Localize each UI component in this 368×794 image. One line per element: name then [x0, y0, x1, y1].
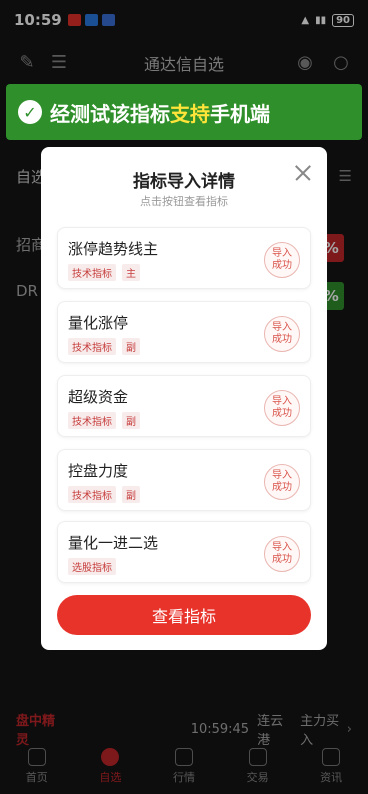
- check-icon: ✓: [18, 100, 42, 124]
- dialog-title: 指标导入详情: [133, 172, 235, 192]
- import-success-stamp: 导入 成功: [264, 536, 300, 572]
- indicator-type-tag: 技术指标: [68, 338, 116, 355]
- indicator-card[interactable]: 涨停趋势线主 技术指标 主 导入 成功: [57, 227, 311, 289]
- close-icon[interactable]: [293, 163, 313, 183]
- indicator-card[interactable]: 量化一进二选 选股指标 导入 成功: [57, 521, 311, 583]
- import-success-stamp: 导入 成功: [264, 464, 300, 500]
- success-toast: ✓ 经测试该指标支持手机端: [6, 84, 362, 140]
- indicator-card[interactable]: 控盘力度 技术指标 副 导入 成功: [57, 449, 311, 511]
- indicator-name: 涨停趋势线主: [68, 240, 159, 258]
- indicator-chart-tag: 副: [122, 412, 140, 429]
- indicator-name: 量化一进二选: [68, 534, 159, 552]
- indicator-card[interactable]: 超级资金 技术指标 副 导入 成功: [57, 375, 311, 437]
- toast-message: 经测试该指标支持手机端: [50, 101, 270, 126]
- indicator-chart-tag: 主: [122, 264, 140, 281]
- import-success-stamp: 导入 成功: [264, 242, 300, 278]
- dialog-subtitle: 点击按钮查看指标: [140, 195, 228, 208]
- indicator-card[interactable]: 量化涨停 技术指标 副 导入 成功: [57, 301, 311, 363]
- indicator-type-tag: 技术指标: [68, 264, 116, 281]
- indicator-chart-tag: 副: [122, 338, 140, 355]
- view-indicators-button[interactable]: 查看指标: [57, 595, 311, 635]
- indicator-type-tag: 选股指标: [68, 558, 116, 575]
- import-success-stamp: 导入 成功: [264, 390, 300, 426]
- indicator-type-tag: 技术指标: [68, 412, 116, 429]
- import-success-stamp: 导入 成功: [264, 316, 300, 352]
- indicator-name: 量化涨停: [68, 314, 129, 332]
- indicator-name: 超级资金: [68, 388, 129, 406]
- indicator-type-tag: 技术指标: [68, 486, 116, 503]
- indicator-name: 控盘力度: [68, 462, 129, 480]
- import-details-dialog: 指标导入详情 点击按钮查看指标 涨停趋势线主 技术指标 主 导入 成功 量化涨停 …: [41, 147, 327, 650]
- indicator-chart-tag: 副: [122, 486, 140, 503]
